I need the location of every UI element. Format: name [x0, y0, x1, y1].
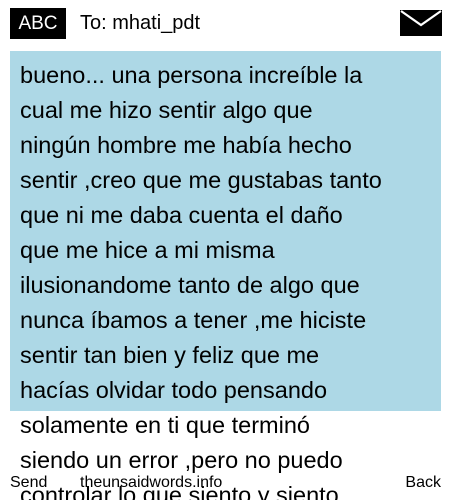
back-softkey[interactable]: Back — [405, 472, 441, 494]
softkey-bar: Send theunsaidwords.info Back — [0, 472, 450, 500]
send-softkey[interactable]: Send — [10, 472, 47, 494]
header-bar: ABC To: mhati_pdt — [0, 0, 450, 46]
envelope-icon — [400, 10, 442, 36]
message-body[interactable]: bueno... una persona increíble la cual m… — [20, 58, 442, 500]
site-label: theunsaidwords.info — [80, 474, 223, 491]
recipient-field[interactable]: To: mhati_pdt — [80, 10, 200, 36]
input-mode-badge[interactable]: ABC — [10, 8, 66, 39]
